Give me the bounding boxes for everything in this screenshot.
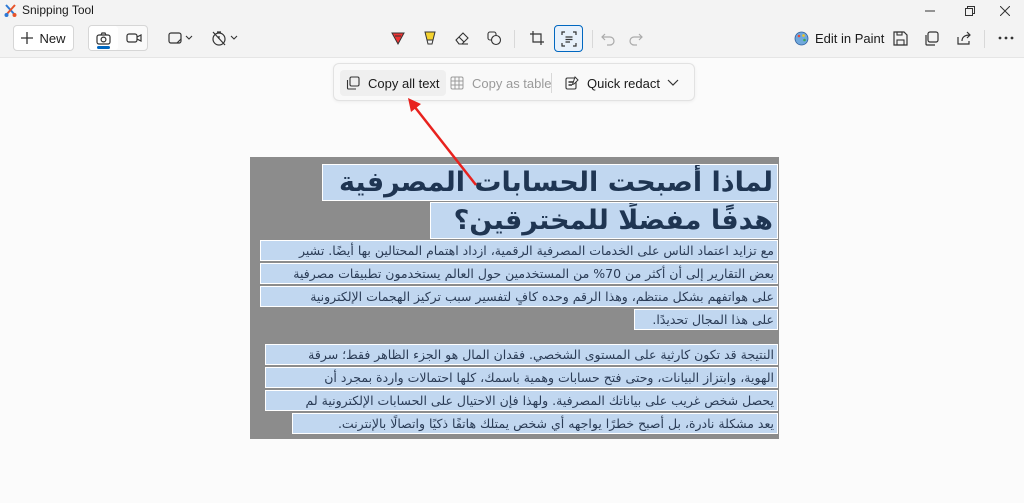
paragraph1-line-2: بعض التقارير إلى أن أكثر من 70% من المست… — [260, 263, 778, 284]
paint-icon — [794, 31, 809, 45]
screenshot-mode-button[interactable] — [89, 26, 118, 50]
minimize-icon — [925, 10, 935, 12]
copy-all-text-button[interactable]: Copy all text — [340, 70, 446, 96]
minimize-button[interactable] — [911, 0, 949, 22]
record-mode-button[interactable] — [119, 26, 148, 50]
paragraph2-line-3: يحصل شخص غريب على بياناتك المصرفية. ولهذ… — [265, 390, 778, 411]
eraser-icon — [455, 32, 469, 45]
paragraph1-line-4: على هذا المجال تحديدًا. — [634, 309, 778, 330]
window-title: Snipping Tool — [22, 3, 94, 17]
ballpoint-pen-icon — [391, 32, 405, 46]
ballpoint-pen-button[interactable] — [388, 27, 408, 49]
title-bar: Snipping Tool — [0, 0, 1024, 22]
toolbar-divider — [592, 30, 593, 48]
heading-line-1: لماذا أصبحت الحسابات المصرفية — [322, 164, 778, 201]
more-options-button[interactable] — [996, 27, 1016, 49]
maximize-icon — [965, 6, 975, 16]
copy-as-table-label: Copy as table — [472, 75, 552, 91]
crop-icon — [530, 31, 544, 45]
close-icon — [1000, 6, 1010, 16]
eraser-button[interactable] — [452, 27, 472, 49]
snip-shape-dropdown[interactable] — [166, 27, 196, 49]
redo-icon — [629, 33, 643, 46]
toolbar-divider — [514, 30, 515, 48]
share-button[interactable] — [954, 27, 974, 49]
captured-screenshot: لماذا أصبحت الحسابات المصرفية هدفًا مفضل… — [250, 157, 779, 439]
save-icon — [892, 30, 908, 46]
more-icon — [998, 36, 1014, 40]
timer-dropdown[interactable] — [210, 27, 240, 49]
text-bar-divider — [551, 73, 552, 93]
quick-redact-label: Quick redact — [587, 75, 660, 91]
camera-icon — [96, 31, 111, 45]
video-icon — [125, 33, 142, 43]
shapes-button[interactable] — [484, 27, 504, 49]
snipping-tool-logo — [4, 4, 17, 17]
edit-in-paint-label: Edit in Paint — [815, 30, 885, 46]
new-button[interactable]: New — [13, 25, 74, 51]
heading-line-2: هدفًا مفضلًا للمخترقين؟ — [430, 202, 778, 239]
new-label: New — [39, 30, 66, 46]
quick-redact-button[interactable]: Quick redact — [559, 70, 666, 96]
copy-icon — [346, 76, 360, 90]
crop-button[interactable] — [527, 27, 547, 49]
copy-as-table-button[interactable]: Copy as table — [444, 70, 558, 96]
chevron-down-icon[interactable] — [667, 76, 679, 88]
paragraph2-line-4: يعد مشكلة نادرة، بل أصبح خطرًا يواجهه أي… — [292, 413, 778, 434]
paragraph2-line-2: الهوية، وابتزاز البيانات، وحتى فتح حسابا… — [265, 367, 778, 388]
undo-button[interactable] — [598, 27, 618, 49]
no-timer-icon — [212, 31, 238, 46]
toolbar: New Edit in Paint — [0, 22, 1024, 58]
text-actions-bar: Copy all text Copy as table Quick redact — [333, 63, 695, 101]
redact-icon — [565, 76, 579, 90]
paragraph2-line-1: النتيجة قد تكون كارثية على المستوى الشخص… — [265, 344, 778, 365]
maximize-button[interactable] — [951, 0, 989, 22]
close-button[interactable] — [986, 0, 1024, 22]
share-icon — [956, 31, 971, 45]
plus-icon — [21, 32, 34, 44]
toolbar-divider — [984, 30, 985, 48]
highlighter-button[interactable] — [420, 27, 440, 49]
copy-all-text-label: Copy all text — [368, 75, 440, 91]
undo-icon — [601, 33, 615, 46]
capture-mode-group — [88, 25, 148, 51]
snip-shape-icon — [168, 32, 193, 44]
copy-icon — [924, 30, 939, 46]
text-actions-icon — [560, 30, 577, 47]
redo-button[interactable] — [626, 27, 646, 49]
text-actions-button[interactable] — [554, 25, 583, 52]
save-button[interactable] — [890, 27, 910, 49]
shapes-icon — [487, 31, 502, 46]
paragraph1-line-3: على هواتفهم بشكل منتظم، وهذا الرقم وحده … — [260, 286, 778, 307]
copy-button[interactable] — [921, 27, 941, 49]
edit-in-paint-button[interactable]: Edit in Paint — [794, 27, 884, 49]
paragraph1-line-1: مع تزايد اعتماد الناس على الخدمات المصرف… — [260, 240, 778, 261]
table-icon — [450, 76, 464, 90]
highlighter-icon — [424, 31, 436, 45]
